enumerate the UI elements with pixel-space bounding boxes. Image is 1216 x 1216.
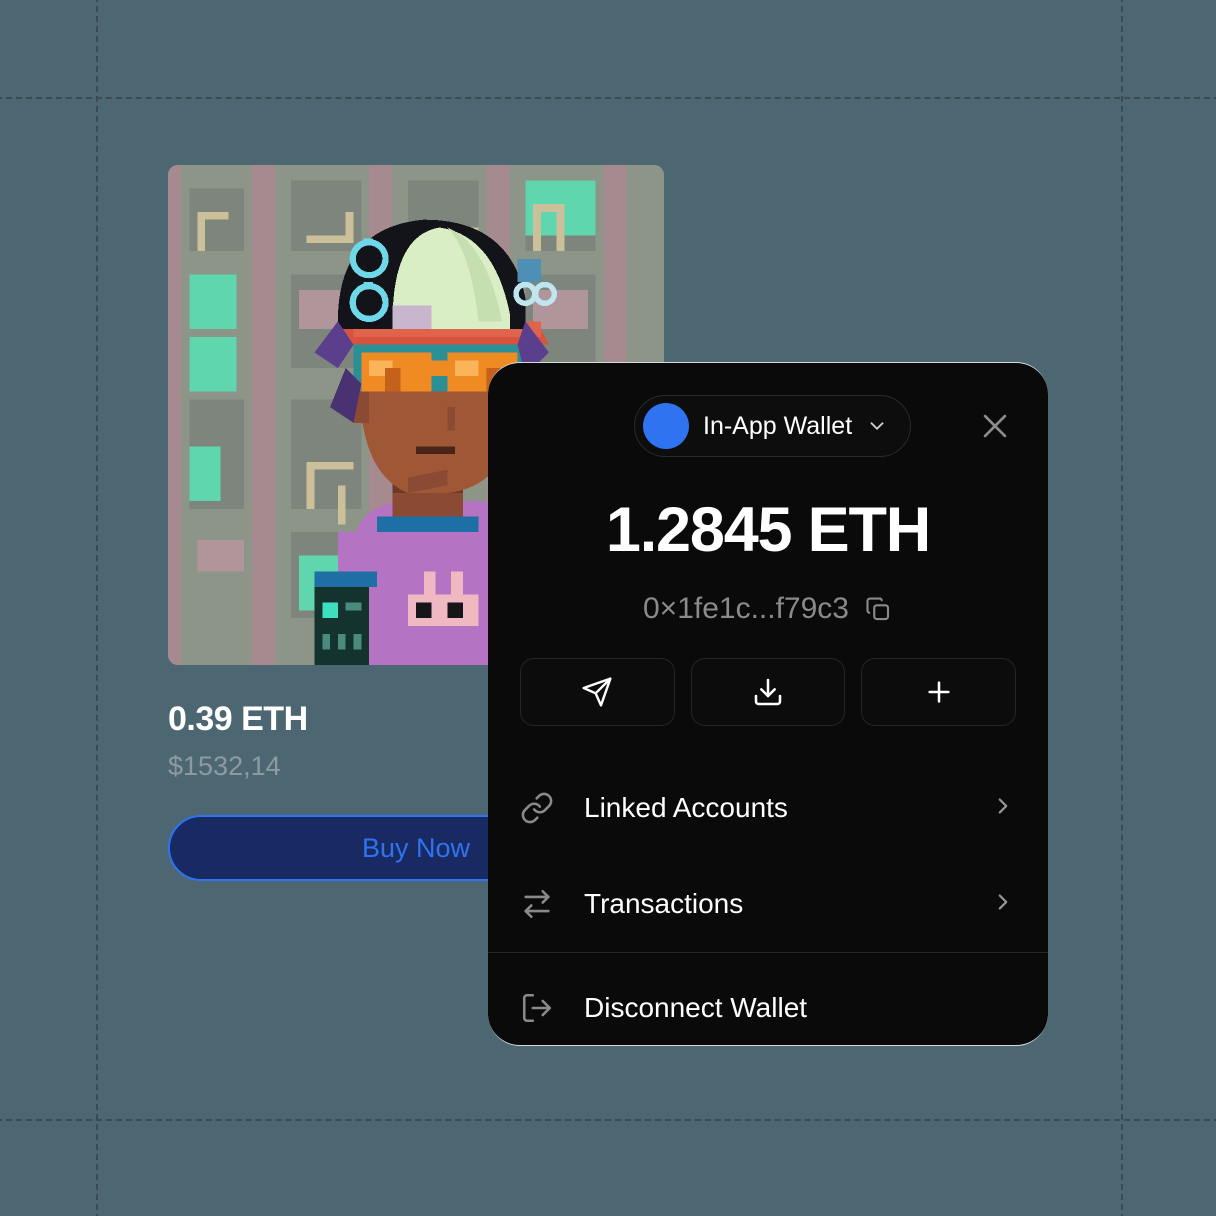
chevron-right-icon bbox=[990, 793, 1016, 824]
wallet-modal: In-App Wallet 1.2845 ETH 0×1fe1c...f79c3 bbox=[488, 362, 1048, 1046]
send-icon bbox=[582, 677, 612, 707]
send-button[interactable] bbox=[520, 658, 675, 726]
logout-icon bbox=[520, 991, 564, 1025]
wallet-menu-list: Linked Accounts Transactions bbox=[488, 760, 1048, 952]
menu-item-linked-accounts[interactable]: Linked Accounts bbox=[488, 760, 1048, 856]
close-icon bbox=[983, 414, 1007, 438]
app-canvas: 0.39 ETH $1532,14 Buy Now In-App Wallet … bbox=[0, 0, 1216, 1216]
swap-arrows-icon bbox=[520, 887, 564, 921]
plus-icon bbox=[928, 681, 950, 703]
menu-item-label: Linked Accounts bbox=[584, 792, 788, 823]
copy-icon[interactable] bbox=[863, 594, 893, 624]
disconnect-wallet-label: Disconnect Wallet bbox=[584, 992, 808, 1023]
menu-item-label: Transactions bbox=[584, 888, 744, 919]
download-icon bbox=[754, 678, 782, 706]
guide-line-vertical-left bbox=[96, 0, 98, 1216]
wallet-balance: 1.2845 ETH bbox=[605, 495, 931, 565]
link-icon bbox=[520, 791, 564, 825]
menu-item-transactions[interactable]: Transactions bbox=[488, 856, 1048, 952]
guide-line-horizontal-bottom bbox=[0, 1119, 1216, 1121]
modal-header: In-App Wallet bbox=[488, 363, 1048, 487]
disconnect-wallet-button[interactable]: Disconnect Wallet bbox=[488, 960, 1048, 1045]
wallet-address: 0×1fe1c...f79c3 bbox=[643, 592, 849, 625]
guide-line-horizontal-top bbox=[0, 97, 1216, 99]
receive-button[interactable] bbox=[690, 658, 846, 726]
menu-divider bbox=[488, 952, 1048, 953]
wallet-address-row: 0×1fe1c...f79c3 bbox=[488, 592, 1048, 626]
buy-crypto-button[interactable] bbox=[861, 658, 1017, 726]
guide-line-vertical-right bbox=[1121, 0, 1123, 1216]
chevron-right-icon bbox=[990, 889, 1016, 920]
close-button[interactable] bbox=[974, 405, 1016, 447]
wallet-action-row bbox=[488, 658, 1048, 726]
wallet-selector-label: In-App Wallet bbox=[703, 411, 853, 440]
wallet-avatar bbox=[643, 403, 689, 449]
chevron-down-icon bbox=[870, 422, 884, 430]
wallet-selector-dropdown[interactable]: In-App Wallet bbox=[634, 395, 912, 457]
